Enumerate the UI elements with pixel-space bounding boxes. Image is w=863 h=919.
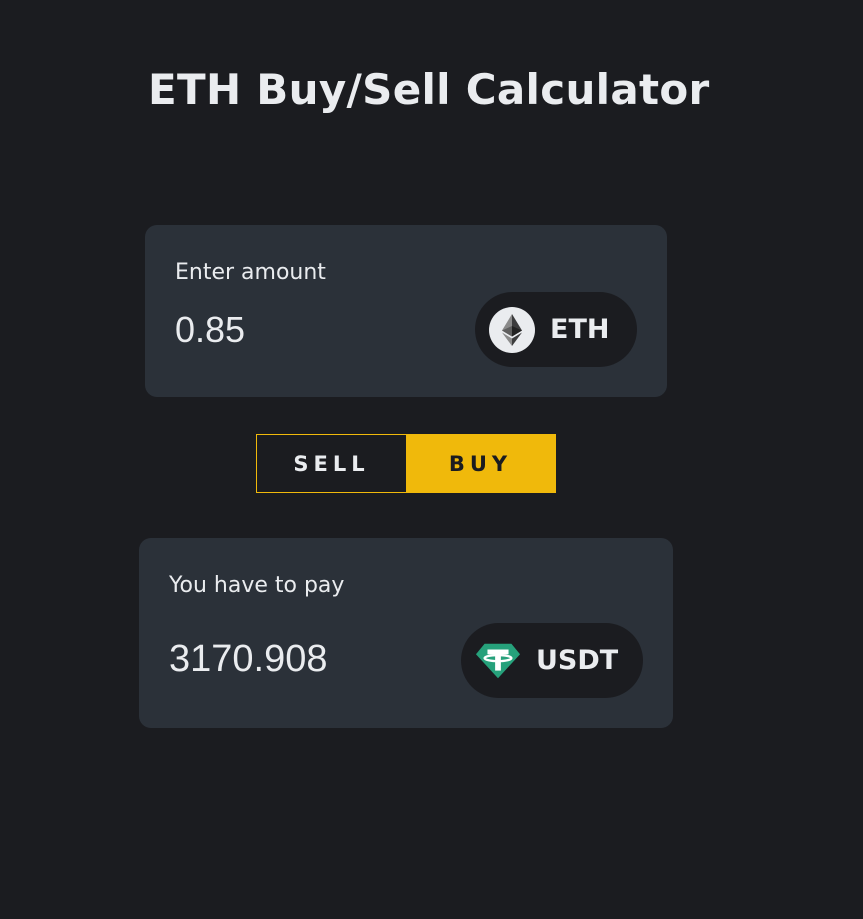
eth-token-selector[interactable]: ETH — [475, 292, 637, 367]
buy-sell-toggle: SELL BUY — [256, 434, 556, 493]
ethereum-icon — [489, 306, 535, 353]
pay-amount: 3170.908 — [169, 638, 328, 680]
usdt-token-selector[interactable]: USDT — [461, 623, 643, 698]
amount-input[interactable] — [175, 308, 435, 352]
amount-card: Enter amount ETH — [145, 225, 667, 397]
pay-label: You have to pay — [169, 573, 345, 598]
page-title: ETH Buy/Sell Calculator — [148, 65, 710, 114]
eth-token-label: ETH — [550, 314, 610, 345]
amount-label: Enter amount — [175, 260, 326, 285]
calculator-page: ETH Buy/Sell Calculator Enter amount ETH… — [0, 0, 863, 919]
tether-icon — [475, 638, 521, 684]
sell-button[interactable]: SELL — [257, 435, 406, 492]
pay-card: You have to pay 3170.908 USDT — [139, 538, 673, 728]
usdt-token-label: USDT — [536, 645, 619, 676]
buy-button[interactable]: BUY — [406, 435, 555, 492]
